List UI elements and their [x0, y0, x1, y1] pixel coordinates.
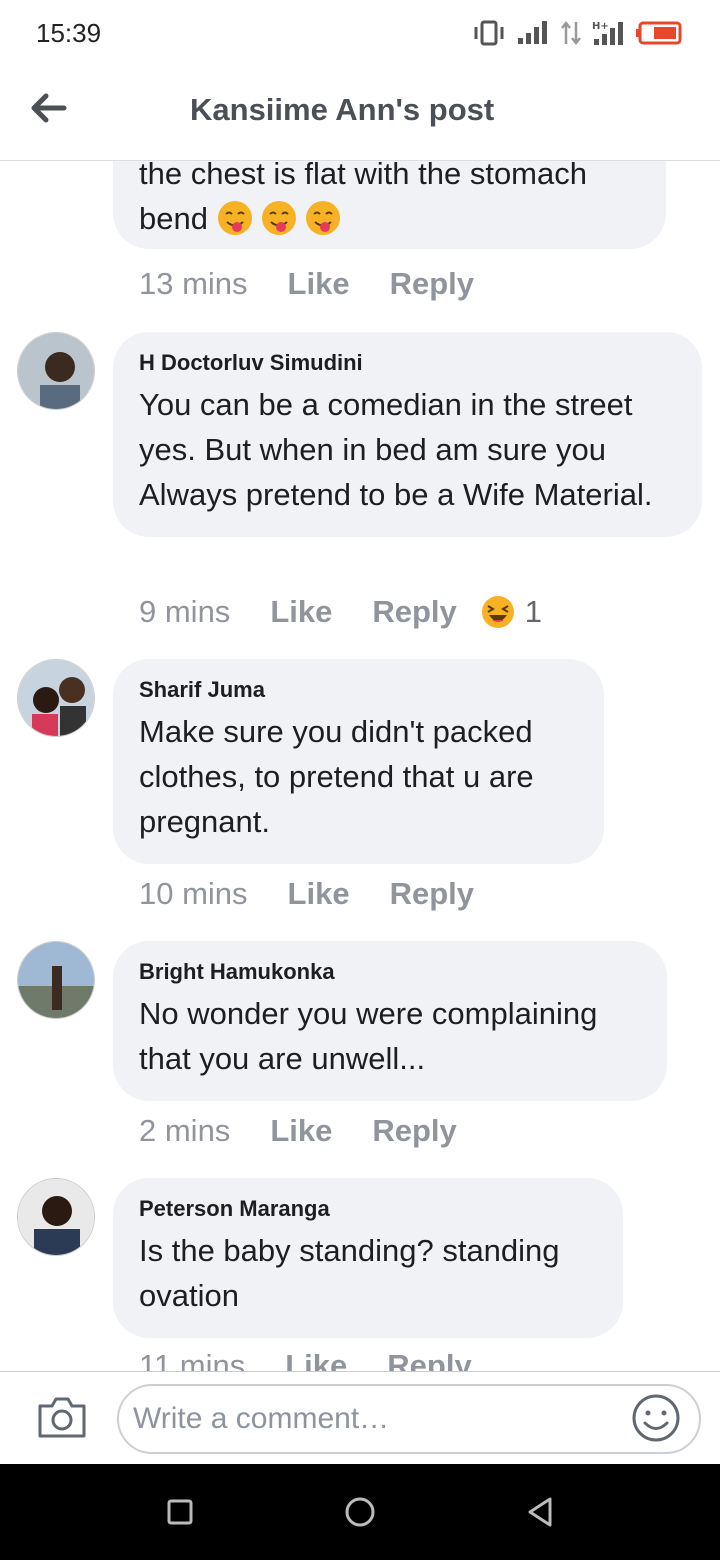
battery-icon [636, 21, 682, 45]
avatar[interactable] [17, 332, 95, 410]
avatar[interactable] [17, 659, 95, 737]
reply-button[interactable]: Reply [372, 1113, 456, 1149]
commenter-name[interactable]: Bright Hamukonka [139, 959, 641, 985]
like-button[interactable]: Like [285, 1348, 347, 1371]
comment-bubble: the chest is flat with the stomach bend [113, 161, 666, 249]
back-icon[interactable] [522, 1494, 558, 1530]
comment-bubble: Bright Hamukonka No wonder you were comp… [113, 941, 667, 1101]
like-button[interactable]: Like [270, 1113, 332, 1149]
comment-text-line: bend [139, 201, 208, 236]
comments-list[interactable]: the chest is flat with the stomach bend … [0, 161, 720, 1371]
home-icon[interactable] [342, 1494, 378, 1530]
comment-text: Is the baby standing? standing ovation [139, 1233, 560, 1313]
emoji-picker-icon[interactable] [630, 1392, 682, 1444]
status-bar: 15:39 H+ [0, 0, 720, 66]
back-arrow-icon[interactable] [28, 88, 68, 128]
signal-icon [518, 21, 547, 44]
comment-text: Make sure you didn't packed clothes, to … [139, 714, 534, 839]
comment-input[interactable] [117, 1384, 701, 1454]
comment-time: 13 mins [139, 266, 248, 301]
post-header: Kansiime Ann's post [0, 66, 720, 161]
comment-time: 11 mins [139, 1348, 246, 1371]
status-time: 15:39 [36, 17, 102, 48]
avatar[interactable] [17, 1178, 95, 1256]
reply-button[interactable]: Reply [390, 876, 474, 912]
reaction-count: 1 [524, 594, 543, 629]
comment-text: You can be a comedian in the street yes.… [139, 387, 653, 512]
comment-meta: 9 mins Like Reply 1 [139, 594, 542, 630]
camera-icon[interactable] [36, 1394, 88, 1440]
reply-button[interactable]: Reply [387, 1348, 471, 1371]
like-button[interactable]: Like [288, 266, 350, 302]
laughing-emoji-icon [481, 596, 514, 628]
comment-bubble: H Doctorluv Simudini You can be a comedi… [113, 332, 702, 537]
comment-meta: 2 mins Like Reply [139, 1113, 497, 1149]
comment-text: No wonder you were complaining that you … [139, 996, 598, 1076]
comment-meta: 11 mins Like Reply [139, 1348, 512, 1371]
system-nav-bar [0, 1464, 720, 1560]
comment-meta: 13 mins Like Reply [139, 266, 514, 302]
comment-meta: 10 mins Like Reply [139, 876, 514, 912]
commenter-name[interactable]: Sharif Juma [139, 677, 578, 703]
comment-text: the chest is flat with the stomach bend [139, 161, 640, 241]
comment-time: 10 mins [139, 876, 248, 911]
avatar[interactable] [17, 941, 95, 1019]
comment-text-line: the chest is flat with the stomach [139, 161, 587, 191]
signal-hplus-icon: H+ [592, 21, 623, 45]
comment-time: 9 mins [139, 594, 231, 629]
recent-apps-icon[interactable] [162, 1494, 198, 1530]
tongue-emoji-icon [217, 201, 341, 236]
page-title: Kansiime Ann's post [190, 92, 495, 127]
comment-time: 2 mins [139, 1113, 231, 1148]
like-button[interactable]: Like [270, 594, 332, 630]
reply-button[interactable]: Reply [390, 266, 474, 302]
like-button[interactable]: Like [288, 876, 350, 912]
comment-bubble: Peterson Maranga Is the baby standing? s… [113, 1178, 623, 1338]
reply-button[interactable]: Reply [372, 594, 456, 630]
commenter-name[interactable]: Peterson Maranga [139, 1196, 597, 1222]
data-transfer-icon [561, 20, 581, 46]
svg-text:H+: H+ [592, 21, 609, 32]
vibrate-icon [474, 20, 504, 46]
status-icons: H+ [472, 19, 684, 47]
comment-composer [0, 1371, 720, 1464]
commenter-name[interactable]: H Doctorluv Simudini [139, 350, 676, 376]
reaction-summary[interactable]: 1 [481, 594, 542, 630]
comment-bubble: Sharif Juma Make sure you didn't packed … [113, 659, 604, 864]
